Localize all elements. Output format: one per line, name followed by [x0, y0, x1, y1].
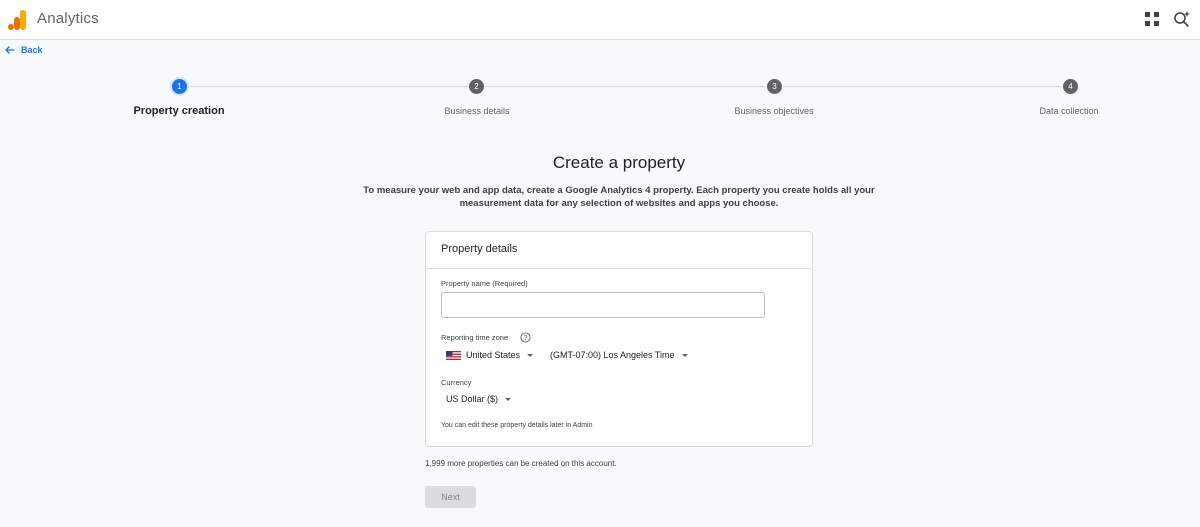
- dropdown-caret-icon: [527, 353, 534, 357]
- step-4-indicator: 4: [1063, 79, 1078, 94]
- stepper-connector: [485, 86, 766, 87]
- app-title: Analytics: [37, 10, 99, 27]
- dropdown-caret-icon: [681, 353, 688, 357]
- next-button[interactable]: Next: [425, 486, 476, 508]
- time-zone-select[interactable]: (GMT-07:00) Los Angeles Time: [550, 350, 688, 360]
- step-1-indicator: 1: [172, 79, 187, 94]
- top-app-bar: Analytics: [0, 0, 1200, 40]
- page-title: Create a property: [552, 153, 686, 172]
- property-details-card: Property details Property name (Required…: [425, 231, 813, 447]
- us-flag-icon: [446, 350, 461, 360]
- help-icon[interactable]: ?: [520, 332, 531, 343]
- svg-text:?: ?: [524, 335, 528, 342]
- remaining-properties-note: 1,999 more properties can be created on …: [425, 459, 617, 468]
- intro-text: To measure your web and app data, create…: [363, 185, 875, 209]
- property-name-label: Property name (Required): [441, 279, 528, 288]
- card-title: Property details: [441, 243, 518, 255]
- step-2-label: Business details: [444, 106, 510, 116]
- step-2-indicator: 2: [469, 79, 484, 94]
- currency-label: Currency: [441, 378, 472, 387]
- property-name-input[interactable]: [441, 292, 765, 318]
- country-value: United States: [466, 350, 521, 360]
- arrow-left-icon: [5, 46, 15, 54]
- stepper-connector: [783, 86, 1062, 87]
- stepper-connector: [187, 86, 468, 87]
- step-4-label: Data collection: [1039, 106, 1099, 116]
- back-label: Back: [21, 45, 43, 55]
- search-sparkle-icon[interactable]: [1173, 10, 1191, 28]
- currency-value: US Dollar ($): [446, 394, 499, 404]
- card-divider: [426, 268, 812, 269]
- grid-apps-icon[interactable]: [1145, 12, 1159, 26]
- dropdown-caret-icon: [505, 397, 512, 401]
- time-zone-value: (GMT-07:00) Los Angeles Time: [550, 350, 675, 360]
- step-3-label: Business objectives: [734, 106, 814, 116]
- step-1-label: Property creation: [133, 105, 225, 117]
- country-select[interactable]: United States: [446, 350, 534, 360]
- edit-later-hint: You can edit these property details late…: [441, 422, 593, 429]
- time-zone-label: Reporting time zone: [441, 333, 509, 342]
- analytics-logo-icon: [8, 10, 26, 30]
- back-button[interactable]: Back: [5, 45, 43, 55]
- step-3-indicator: 3: [767, 79, 782, 94]
- currency-select[interactable]: US Dollar ($): [446, 394, 512, 404]
